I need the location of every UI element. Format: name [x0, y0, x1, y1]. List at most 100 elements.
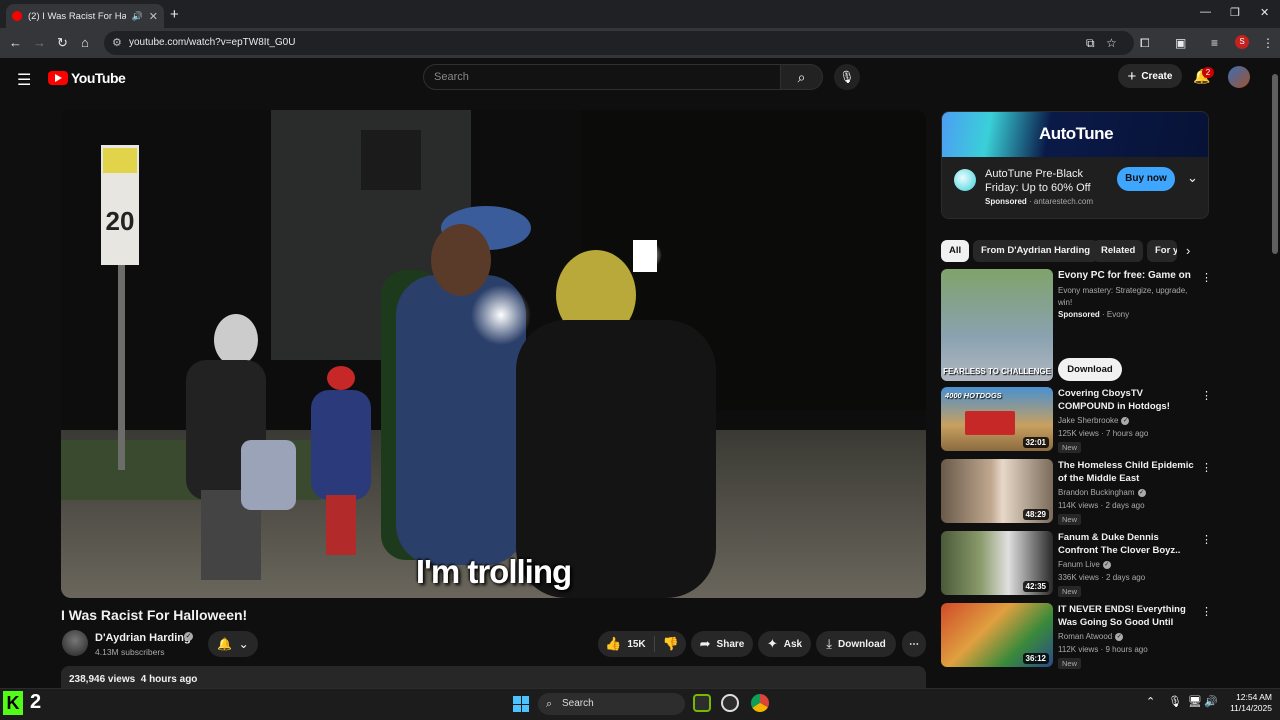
site-info-icon[interactable]: ⚙	[112, 36, 122, 49]
install-app-icon[interactable]: ⧉	[1086, 36, 1095, 51]
system-clock[interactable]: 12:54 AM 11/14/2025	[1222, 692, 1272, 714]
video-thumbnail[interactable]: 42:35	[941, 531, 1053, 595]
windows-start-icon[interactable]	[513, 696, 529, 712]
account-avatar[interactable]	[1228, 66, 1250, 88]
more-vertical-icon[interactable]: ⋮	[1201, 605, 1212, 618]
channel-name[interactable]: D'Aydrian Harding	[95, 632, 191, 644]
download-button[interactable]: Download	[1058, 358, 1122, 381]
video-thumbnail[interactable]: 36:12	[941, 603, 1053, 667]
buy-now-button[interactable]: Buy now	[1117, 167, 1175, 191]
more-vertical-icon[interactable]: ⋮	[1201, 271, 1212, 284]
recommendation-item[interactable]: 42:35 Fanum & Duke Dennis Confront The C…	[941, 531, 1212, 597]
browser-tab-bar: (2) I Was Racist For Halloween 🔊 ✕ + — ❐…	[0, 0, 1280, 28]
ad-brand-logo: AutoTune	[1038, 124, 1114, 143]
nvidia-app-icon[interactable]	[693, 694, 711, 712]
sponsored-ad-card[interactable]: AutoTune AutoTune Pre-Black Friday: Up t…	[941, 111, 1209, 219]
chip-from-channel[interactable]: From D'Aydrian Harding	[973, 240, 1099, 262]
back-icon[interactable]: ←	[9, 35, 22, 50]
rec-stats: 336K views · 2 days ago	[1058, 573, 1146, 582]
download-button[interactable]: ⤓ Download	[816, 631, 896, 657]
video-thumbnail[interactable]: 4000 HOTDOGS 32:01	[941, 387, 1053, 451]
home-icon[interactable]: ⌂	[81, 35, 89, 50]
notification-count-badge: 2	[1202, 67, 1214, 78]
chevron-down-icon[interactable]: ⌄	[1187, 170, 1198, 186]
hamburger-menu-icon[interactable]: ☰	[17, 70, 31, 90]
bookmark-star-icon[interactable]: ☆	[1106, 36, 1117, 50]
more-vertical-icon[interactable]: ⋮	[1201, 461, 1212, 474]
ad-meta: Sponsored · antarestech.com	[985, 197, 1094, 206]
ad-sponsored-label: Sponsored	[985, 197, 1027, 206]
recommendation-item[interactable]: 4000 HOTDOGS 32:01 Covering CboysTV COMP…	[941, 387, 1212, 453]
recommendation-item[interactable]: 36:12 IT NEVER ENDS! Everything Was Goin…	[941, 603, 1212, 669]
sponsored-recommendation[interactable]: FEARLESS TO CHALLENGE Evony PC for free:…	[941, 269, 1212, 381]
rec-channel[interactable]: Roman Atwood ✓	[1058, 632, 1124, 641]
ad-advertiser-icon	[954, 169, 976, 191]
address-bar[interactable]: ⚙ youtube.com/watch?v=epTW8It_G0U	[104, 31, 1134, 55]
microphone-icon[interactable]: 🎙	[1168, 695, 1182, 708]
new-tab-button[interactable]: +	[170, 6, 179, 23]
more-actions-button[interactable]: ⋯	[902, 631, 926, 657]
kick-logo-icon[interactable]: K	[3, 691, 23, 715]
show-hidden-icons-icon[interactable]: ⌃	[1146, 695, 1155, 708]
verified-check-icon: ✓	[1115, 632, 1124, 641]
more-vertical-icon[interactable]: ⋮	[1201, 533, 1212, 546]
new-badge: New	[1058, 514, 1082, 525]
video-player[interactable]: 20 I'm trolling	[61, 110, 926, 598]
media-controls-icon[interactable]: ≡	[1211, 36, 1218, 50]
page-scrollbar-thumb[interactable]	[1272, 74, 1278, 254]
reload-icon[interactable]: ↻	[57, 35, 68, 51]
sponsored-label: Sponsored	[1058, 310, 1100, 319]
video-thumbnail[interactable]: FEARLESS TO CHALLENGE	[941, 269, 1053, 381]
audio-playing-icon[interactable]: 🔊	[132, 11, 143, 22]
channel-name: Fanum Live	[1058, 560, 1100, 569]
youtube-logo[interactable]: YouTube	[48, 70, 126, 86]
rec-channel[interactable]: Fanum Live ✓	[1058, 560, 1111, 569]
chrome-menu-icon[interactable]: ⋮	[1262, 36, 1274, 50]
video-thumbnail[interactable]: 48:29	[941, 459, 1053, 523]
channel-name: Roman Atwood	[1058, 632, 1113, 641]
volume-icon[interactable]: 🔊	[1204, 695, 1218, 708]
microphone-icon: 🎙	[839, 70, 855, 84]
voice-search-button[interactable]: 🎙	[834, 64, 860, 90]
bell-icon: 🔔	[217, 637, 233, 651]
dislike-button[interactable]: 👎	[655, 636, 679, 652]
youtube-header: ☰ YouTube ⌕ 🎙 + Create 🔔 2	[0, 58, 1270, 98]
search-button[interactable]: ⌕	[781, 64, 823, 90]
channel-avatar[interactable]	[62, 630, 88, 656]
more-vertical-icon[interactable]: ⋮	[1201, 389, 1212, 402]
steam-app-icon[interactable]	[721, 694, 739, 712]
upload-age: 2 days ago	[1105, 501, 1145, 510]
extensions-icon[interactable]: ⧠	[1140, 36, 1150, 51]
split-view-icon[interactable]: ▣	[1175, 36, 1186, 50]
chip-for-you[interactable]: For y	[1147, 240, 1177, 262]
plus-icon: +	[1127, 67, 1137, 85]
restore-icon[interactable]: ❐	[1230, 6, 1240, 19]
chrome-app-icon[interactable]	[751, 694, 769, 712]
rec-sponsor-meta: Sponsored · Evony	[1058, 310, 1130, 319]
recommendation-item[interactable]: 48:29 The Homeless Child Epidemic of the…	[941, 459, 1212, 525]
rec-channel[interactable]: Brandon Buckingham ✓	[1058, 488, 1146, 497]
chip-all[interactable]: All	[941, 240, 970, 262]
search-input[interactable]	[434, 71, 764, 83]
taskbar-search[interactable]: ⌕ Search	[538, 693, 685, 715]
profile-avatar[interactable]: S	[1235, 35, 1249, 49]
ask-button[interactable]: ✦ Ask	[758, 631, 811, 657]
upload-age: 7 hours ago	[1106, 429, 1149, 438]
close-tab-icon[interactable]: ✕	[149, 10, 158, 23]
close-window-icon[interactable]: ✕	[1260, 6, 1269, 19]
chip-related[interactable]: Related	[1093, 240, 1144, 262]
rec-channel[interactable]: Jake Sherbrooke ✓	[1058, 416, 1130, 425]
create-button[interactable]: + Create	[1118, 64, 1182, 88]
minimize-icon[interactable]: —	[1200, 6, 1211, 18]
rec-title: Covering CboysTV COMPOUND in Hotdogs! (4…	[1058, 388, 1170, 412]
ad-title[interactable]: AutoTune Pre-Black Friday: Up to 60% Off	[985, 167, 1105, 195]
browser-tab[interactable]: (2) I Was Racist For Halloween 🔊 ✕	[6, 4, 164, 28]
ad-domain: antarestech.com	[1033, 197, 1094, 206]
subscribed-notifications-button[interactable]: 🔔 ⌄	[208, 631, 258, 657]
chevron-right-icon[interactable]: ›	[1186, 243, 1190, 258]
like-button[interactable]: 👍 15K	[605, 636, 655, 652]
network-icon[interactable]: 🖥	[1188, 695, 1202, 708]
share-button[interactable]: ➦ Share	[691, 631, 753, 657]
taskbar-search-label: Search	[562, 698, 594, 709]
forward-icon[interactable]: →	[33, 35, 46, 50]
